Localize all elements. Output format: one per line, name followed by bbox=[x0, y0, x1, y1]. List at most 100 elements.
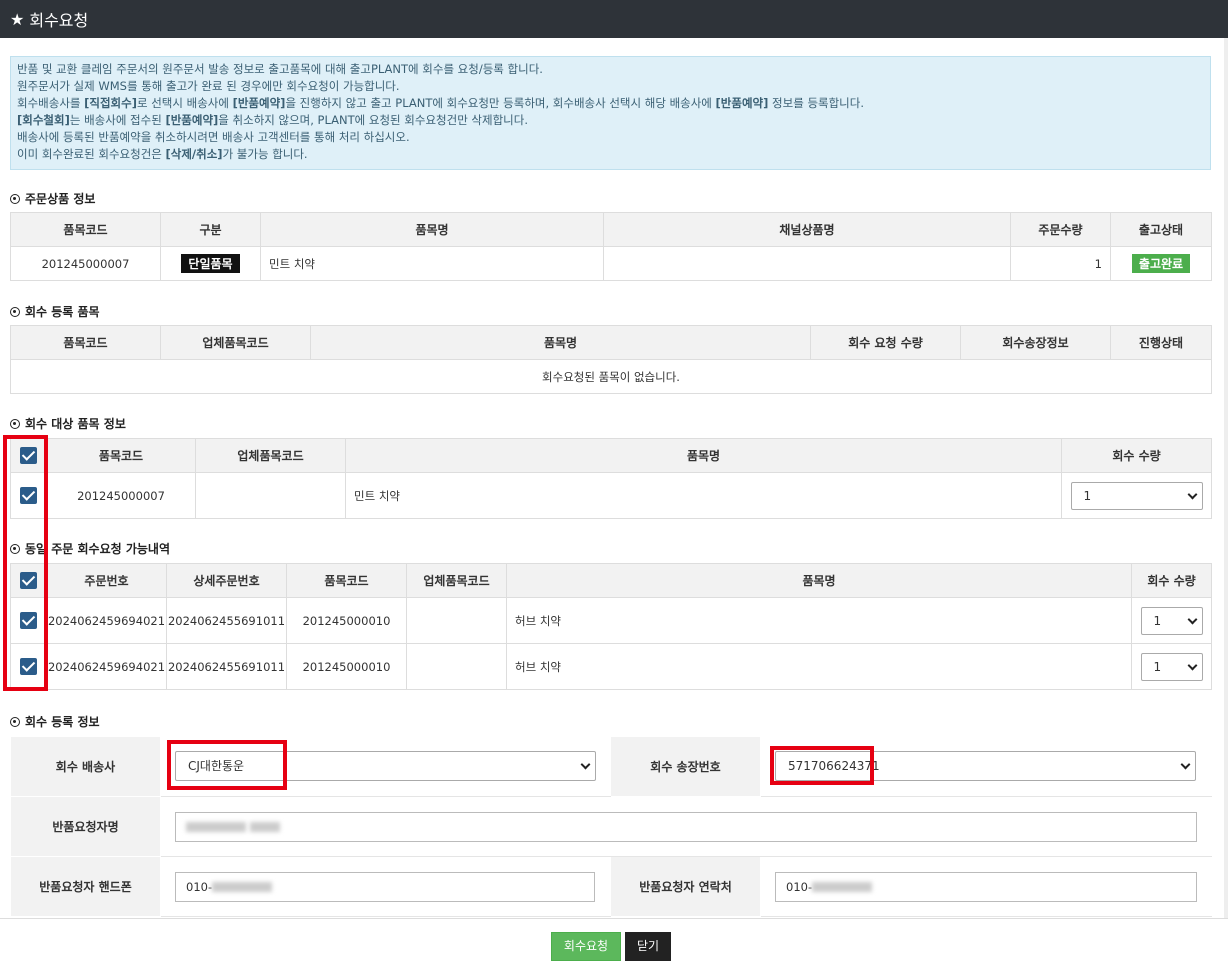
empty-row: 회수요청된 품목이 없습니다. bbox=[10, 359, 1212, 394]
vertical-scrollbar[interactable] bbox=[1224, 38, 1228, 918]
return-qty-value: 1 bbox=[1083, 488, 1092, 503]
col-header: 품목코드 bbox=[46, 438, 196, 473]
item-name: 민트 치약 bbox=[345, 472, 1062, 519]
carrier-label: 회수 배송사 bbox=[10, 736, 161, 797]
requester-label: 반품요청자명 bbox=[10, 796, 161, 857]
section-target-title: 회수 대상 품목 정보 bbox=[10, 415, 126, 432]
requester-cell bbox=[160, 796, 1212, 857]
window-title: 회수요청 bbox=[29, 11, 89, 30]
detail-order-number: 2024062455691011 bbox=[166, 643, 287, 690]
requester-contact-input[interactable]: 010- bbox=[775, 871, 1197, 902]
return-qty-value: 1 bbox=[1153, 659, 1162, 674]
table-row: 2024062459694021 2024062455691011 201245… bbox=[10, 643, 1212, 690]
col-header: 업체품목코드 bbox=[406, 563, 507, 598]
form-row: 반품요청자 핸드폰 010- 반품요청자 연락처 010- bbox=[10, 856, 1212, 917]
order-qty: 1 bbox=[1010, 246, 1111, 281]
chevron-down-icon bbox=[580, 759, 591, 770]
info-line: 이미 회수완료된 회수요청건은 [삭제/취소]가 불가능 합니다. bbox=[17, 147, 308, 161]
section-target-title-text: 회수 대상 품목 정보 bbox=[25, 417, 126, 431]
item-code: 201245000010 bbox=[286, 597, 407, 644]
contact-prefix: 010- bbox=[786, 879, 813, 894]
invoice-highlight-box bbox=[770, 746, 874, 785]
return-qty-value: 1 bbox=[1153, 613, 1162, 628]
phone-prefix: 010- bbox=[186, 879, 213, 894]
redacted-text bbox=[186, 822, 246, 832]
order-number: 2024062459694021 bbox=[46, 597, 167, 644]
return-qty-cell: 1 bbox=[1131, 643, 1212, 690]
col-header: 품목코드 bbox=[10, 325, 161, 360]
item-code: 201245000010 bbox=[286, 643, 407, 690]
ship-status-badge: 출고완료 bbox=[1131, 254, 1191, 273]
vendor-item-code bbox=[406, 597, 507, 644]
redacted-text bbox=[812, 882, 873, 892]
detail-order-number: 2024062455691011 bbox=[166, 597, 287, 644]
info-notice: 반품 및 교환 클레임 주문서의 원주문서 발송 정보로 출고품목에 대해 출고… bbox=[10, 56, 1211, 170]
col-header: 품목코드 bbox=[286, 563, 407, 598]
target-items-table: 품목코드 업체품목코드 품목명 회수 수량 201245000007 민트 치약… bbox=[10, 438, 1212, 519]
col-header: 채널상품명 bbox=[603, 212, 1011, 247]
item-name: 민트 치약 bbox=[260, 246, 604, 281]
contact-label: 반품요청자 연락처 bbox=[610, 856, 761, 917]
item-type-badge: 단일품목 bbox=[181, 254, 240, 273]
info-line: 회수배송사를 [직접회수]로 선택시 배송사에 [반품예약]을 진행하지 않고 … bbox=[17, 96, 864, 110]
close-button[interactable]: 닫기 bbox=[625, 932, 671, 961]
col-header: 회수 요청 수량 bbox=[810, 325, 961, 360]
vendor-item-code bbox=[406, 643, 507, 690]
col-header: 주문번호 bbox=[46, 563, 167, 598]
table-row: 201245000007 단일품목 민트 치약 1 출고완료 bbox=[10, 246, 1212, 281]
col-header: 회수 수량 bbox=[1061, 438, 1212, 473]
section-order-title-text: 주문상품 정보 bbox=[25, 192, 96, 206]
col-header: 출고상태 bbox=[1110, 212, 1212, 247]
ship-status-cell: 출고완료 bbox=[1110, 246, 1212, 281]
section-registered-title-text: 회수 등록 품목 bbox=[25, 305, 100, 319]
vendor-item-code bbox=[195, 472, 346, 519]
channel-item-name bbox=[603, 246, 1011, 281]
col-header: 품목명 bbox=[260, 212, 604, 247]
chevron-down-icon bbox=[1187, 489, 1197, 499]
star-icon: ★ bbox=[10, 9, 25, 29]
target-bullet-icon bbox=[10, 306, 20, 317]
col-header: 품목명 bbox=[310, 325, 811, 360]
table-header-row: 품목코드 업체품목코드 품목명 회수 요청 수량 회수송장정보 진행상태 bbox=[10, 325, 1212, 360]
return-qty-select[interactable]: 1 bbox=[1140, 606, 1203, 635]
footer-bar: 회수요청 닫기 bbox=[0, 918, 1228, 963]
return-qty-cell: 1 bbox=[1131, 597, 1212, 644]
target-bullet-icon bbox=[10, 716, 20, 727]
window-titlebar: ★ 회수요청 bbox=[0, 0, 1228, 38]
phone-label: 반품요청자 핸드폰 bbox=[10, 856, 161, 917]
registered-items-table: 품목코드 업체품목코드 품목명 회수 요청 수량 회수송장정보 진행상태 회수요… bbox=[10, 325, 1212, 394]
phone-cell: 010- bbox=[160, 856, 611, 917]
info-line: 배송사에 등록된 반품예약을 취소하시려면 배송사 고객센터를 통해 처리 하십… bbox=[17, 130, 410, 144]
carrier-highlight-box bbox=[167, 740, 287, 790]
submit-return-button[interactable]: 회수요청 bbox=[551, 932, 621, 961]
same-order-table: 주문번호 상세주문번호 품목코드 업체품목코드 품목명 회수 수량 202406… bbox=[10, 563, 1212, 690]
chevron-down-icon bbox=[1180, 759, 1191, 770]
item-name: 허브 치약 bbox=[506, 597, 1132, 644]
item-code: 201245000007 bbox=[46, 472, 196, 519]
col-header: 회수송장정보 bbox=[960, 325, 1111, 360]
target-bullet-icon bbox=[10, 418, 20, 429]
table-row: 201245000007 민트 치약 1 bbox=[10, 472, 1212, 519]
col-header: 품목명 bbox=[506, 563, 1132, 598]
info-line: [회수철회]는 배송사에 접수된 [반품예약]을 취소하지 않으며, PLANT… bbox=[17, 113, 528, 127]
requester-name-input[interactable] bbox=[175, 811, 1197, 842]
info-line: 원주문서가 실제 WMS를 통해 출고가 완료 된 경우에만 회수요청이 가능합… bbox=[17, 79, 400, 93]
table-header-row: 주문번호 상세주문번호 품목코드 업체품목코드 품목명 회수 수량 bbox=[10, 563, 1212, 598]
order-number: 2024062459694021 bbox=[46, 643, 167, 690]
return-qty-select[interactable]: 1 bbox=[1070, 481, 1203, 510]
col-header: 진행상태 bbox=[1110, 325, 1212, 360]
checkbox-highlight-box bbox=[3, 435, 48, 691]
col-header: 업체품목코드 bbox=[160, 325, 311, 360]
item-type-cell: 단일품목 bbox=[160, 246, 261, 281]
section-form-title: 회수 등록 정보 bbox=[10, 713, 100, 730]
return-qty-select[interactable]: 1 bbox=[1140, 652, 1203, 681]
col-header: 구분 bbox=[160, 212, 261, 247]
col-header: 회수 수량 bbox=[1131, 563, 1212, 598]
section-form-title-text: 회수 등록 정보 bbox=[25, 715, 100, 729]
col-header: 품목명 bbox=[345, 438, 1062, 473]
content-area[interactable]: 반품 및 교환 클레임 주문서의 원주문서 발송 정보로 출고품목에 대해 출고… bbox=[0, 38, 1228, 918]
requester-phone-input[interactable]: 010- bbox=[175, 871, 595, 902]
col-header: 상세주문번호 bbox=[166, 563, 287, 598]
info-line: 반품 및 교환 클레임 주문서의 원주문서 발송 정보로 출고품목에 대해 출고… bbox=[17, 62, 543, 76]
chevron-down-icon bbox=[1187, 614, 1197, 624]
